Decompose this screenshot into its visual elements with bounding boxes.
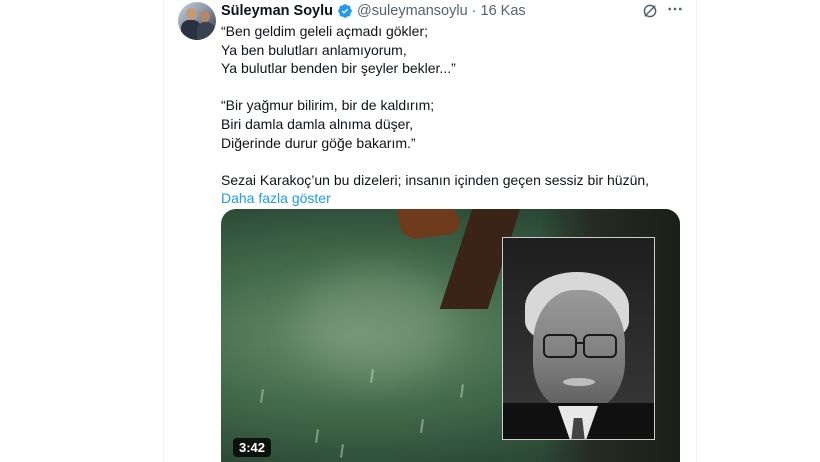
avatar[interactable] bbox=[178, 2, 216, 40]
grok-icon[interactable] bbox=[641, 2, 659, 20]
raindrop bbox=[260, 388, 264, 404]
tweet-text-line: Diğerinde durur göğe bakarım.” bbox=[221, 134, 416, 151]
leaf-shape bbox=[396, 209, 462, 242]
portrait-photo bbox=[502, 237, 655, 440]
tweet-date[interactable]: 16 Kas bbox=[481, 3, 526, 19]
raindrop bbox=[460, 383, 464, 399]
video-player[interactable]: 3:42 bbox=[221, 209, 680, 462]
separator-dot: · bbox=[471, 3, 477, 19]
raindrop bbox=[315, 428, 319, 444]
verified-badge-icon bbox=[337, 3, 353, 19]
author-handle[interactable]: @suleymansoylu bbox=[357, 3, 468, 19]
tweet-text: “Ben geldim geleli açmadı gökler; Ya ben… bbox=[221, 22, 681, 208]
raindrop bbox=[340, 443, 344, 459]
tweet-text-line: Ya ben bulutları anlamıyorum, bbox=[221, 41, 407, 58]
tweet-card[interactable]: Süleyman Soylu @suleymansoylu · 16 Kas “… bbox=[163, 0, 697, 462]
tweet-header: Süleyman Soylu @suleymansoylu · 16 Kas bbox=[221, 2, 526, 20]
show-more-link[interactable]: Daha fazla göster bbox=[221, 189, 681, 208]
tweet-text-line: Ya bulutlar benden bir şeyler bekler...” bbox=[221, 60, 456, 77]
author-name[interactable]: Süleyman Soylu bbox=[221, 3, 333, 19]
tweet-text-line: Biri damla damla alnıma düşer, bbox=[221, 115, 414, 132]
more-icon[interactable] bbox=[666, 0, 684, 18]
background-blur bbox=[301, 269, 451, 379]
tweet-text-line: “Ben geldim geleli açmadı gökler; bbox=[221, 23, 428, 39]
tweet-text-line: Sezai Karakoç’un bu dizeleri; insanın iç… bbox=[221, 171, 650, 188]
raindrop bbox=[420, 418, 424, 434]
tweet-text-line: “Bir yağmur bilirim, bir de kaldırım; bbox=[221, 97, 435, 114]
video-duration-badge: 3:42 bbox=[233, 438, 272, 457]
